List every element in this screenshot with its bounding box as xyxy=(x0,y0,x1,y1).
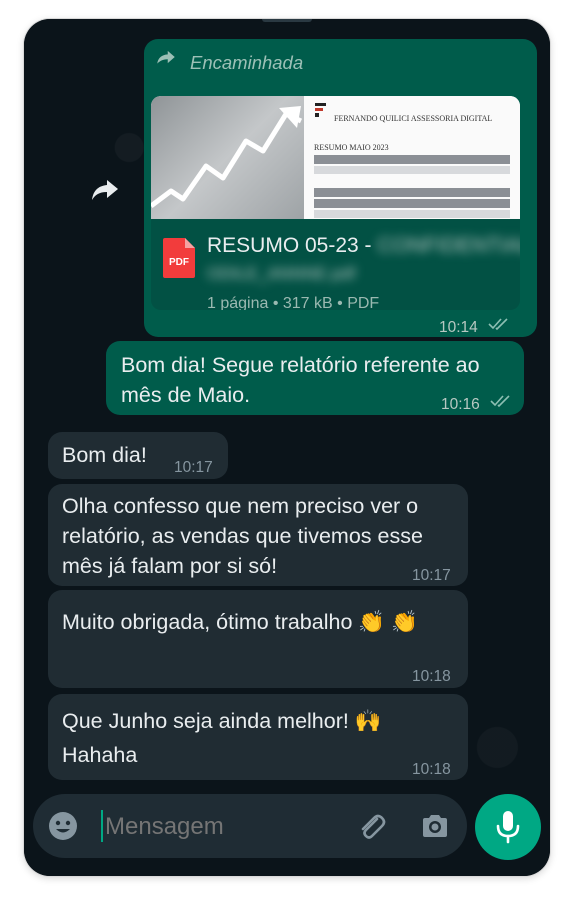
preview-header-row-3: FEMININO MASCULINO SEM CATEGORIA xyxy=(314,199,510,218)
message-time: 10:18 xyxy=(412,668,451,685)
document-name-redacted-line2: ODILE_ANNNE.pdf xyxy=(207,264,356,283)
camera-icon[interactable] xyxy=(419,810,451,842)
outgoing-message[interactable]: Bom dia! Segue relatório referente ao mê… xyxy=(106,341,524,415)
message-text: Muito obrigada, ótimo trabalho 👏 👏 xyxy=(62,610,418,634)
mic-button[interactable] xyxy=(475,794,541,860)
message-text: Bom dia! xyxy=(62,443,147,467)
message-time: 10:17 xyxy=(412,567,451,584)
message-composer xyxy=(33,794,467,858)
message-time: 10:18 xyxy=(412,761,451,778)
double-check-icon xyxy=(488,318,508,331)
message-time: 10:14 xyxy=(439,319,478,336)
forwarded-label: Encaminhada xyxy=(190,52,304,73)
forward-shortcut-button[interactable] xyxy=(87,171,123,207)
preview-image-chart xyxy=(151,96,304,219)
message-time: 10:16 xyxy=(441,396,480,413)
message-input[interactable] xyxy=(103,804,347,850)
message-time: 10:17 xyxy=(174,459,213,476)
message-text: Olha confesso que nem preciso ver o rela… xyxy=(62,494,423,578)
document-meta: 1 página • 317 kB • PDF xyxy=(207,295,380,310)
document-name: RESUMO 05-23 - CONFIDENTIAL xyxy=(207,231,520,261)
preview-data-row xyxy=(314,166,510,174)
double-check-icon xyxy=(490,395,510,408)
preview-header-row-2: LEADS POR GÊNERO xyxy=(314,188,510,207)
preview-data-row-2 xyxy=(314,210,510,218)
preview-header-row: INVESTIMENTO LEADS CPL xyxy=(314,155,510,174)
document-name-redacted: CONFIDENTIAL xyxy=(377,234,520,257)
preview-report-page: FERNANDO QUILICI ASSESSORIA DIGITAL RESU… xyxy=(304,96,520,219)
incoming-message[interactable]: Olha confesso que nem preciso ver o rela… xyxy=(48,484,468,586)
document-preview: FERNANDO QUILICI ASSESSORIA DIGITAL RESU… xyxy=(151,96,520,219)
attach-icon[interactable] xyxy=(355,810,387,842)
pdf-file-icon: PDF xyxy=(163,238,195,278)
mic-icon xyxy=(496,811,520,844)
incoming-message[interactable]: Que Junho seja ainda melhor! 🙌 Hahaha 10… xyxy=(48,694,468,780)
forwarded-document-message[interactable]: Encaminhada FERNANDO QUILICI ASSESSORIA … xyxy=(144,39,537,337)
emoji-icon[interactable] xyxy=(47,810,79,842)
incoming-message[interactable]: Bom dia! 10:17 xyxy=(48,432,228,479)
preview-title: FERNANDO QUILICI ASSESSORIA DIGITAL xyxy=(334,114,493,123)
top-notch xyxy=(262,19,312,22)
forwarded-icon xyxy=(157,50,175,64)
incoming-message[interactable]: Muito obrigada, ótimo trabalho 👏 👏 10:18 xyxy=(48,590,468,688)
chat-screen: Encaminhada FERNANDO QUILICI ASSESSORIA … xyxy=(24,19,550,876)
document-info: PDF RESUMO 05-23 - CONFIDENTIAL ODILE_AN… xyxy=(151,219,520,310)
message-text: Que Junho seja ainda melhor! 🙌 Hahaha xyxy=(62,709,382,767)
forward-icon xyxy=(92,180,118,200)
report-logo-icon xyxy=(315,103,326,117)
svg-text:PDF: PDF xyxy=(169,257,189,268)
document-card[interactable]: FERNANDO QUILICI ASSESSORIA DIGITAL RESU… xyxy=(151,96,520,310)
